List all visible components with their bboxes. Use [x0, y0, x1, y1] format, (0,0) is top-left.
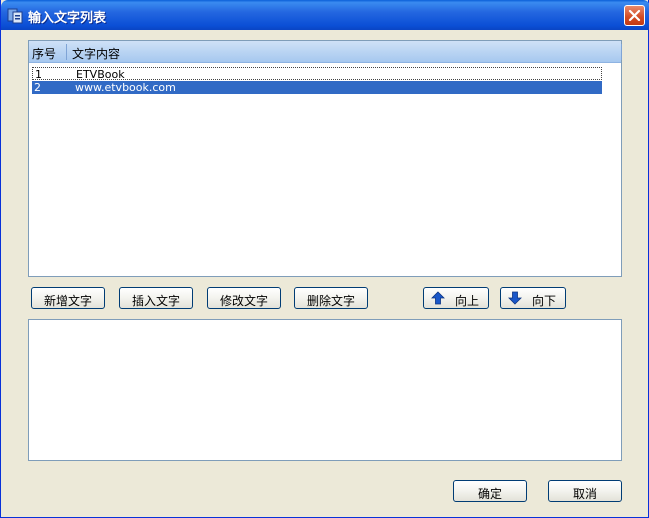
cancel-label: 取消	[573, 487, 598, 501]
move-down-button[interactable]: 向下	[500, 287, 566, 309]
add-text-button[interactable]: 新增文字	[31, 287, 105, 309]
column-header-number[interactable]: 序号	[32, 45, 56, 62]
row-number: 2	[34, 81, 41, 94]
text-list[interactable]: 序号 文字内容 1 ETVBook 2 www.etvbook.com	[28, 40, 622, 277]
close-icon	[628, 9, 641, 22]
row-number: 1	[35, 68, 42, 81]
list-item-selected[interactable]: 2 www.etvbook.com	[32, 81, 602, 94]
move-up-button[interactable]: 向上	[423, 287, 489, 309]
close-button[interactable]	[624, 5, 645, 26]
arrow-up-icon	[431, 291, 445, 305]
text-editor[interactable]	[28, 319, 622, 461]
move-up-label: 向上	[455, 294, 480, 308]
row-text: www.etvbook.com	[75, 81, 176, 94]
list-header: 序号 文字内容	[29, 41, 622, 63]
column-header-content[interactable]: 文字内容	[72, 45, 120, 62]
insert-text-label: 插入文字	[132, 294, 181, 308]
dialog-window: 输入文字列表 序号 文字内容 1 ETVBook 2 www.etvbook.c…	[0, 0, 649, 518]
insert-text-button[interactable]: 插入文字	[119, 287, 193, 309]
arrow-down-icon	[508, 291, 522, 305]
delete-text-label: 删除文字	[307, 294, 356, 308]
list-item[interactable]: 1 ETVBook	[32, 67, 602, 81]
title-bar[interactable]: 输入文字列表	[1, 0, 649, 30]
delete-text-button[interactable]: 删除文字	[294, 287, 368, 309]
move-down-label: 向下	[532, 294, 557, 308]
modify-text-label: 修改文字	[220, 294, 269, 308]
row-text: ETVBook	[76, 68, 125, 81]
ok-button[interactable]: 确定	[453, 480, 527, 502]
add-text-label: 新增文字	[44, 294, 93, 308]
column-divider[interactable]	[621, 44, 622, 60]
cancel-button[interactable]: 取消	[548, 480, 622, 502]
modify-text-button[interactable]: 修改文字	[207, 287, 281, 309]
app-icon	[7, 8, 23, 24]
window-title: 输入文字列表	[28, 11, 107, 26]
ok-label: 确定	[478, 487, 503, 501]
column-divider[interactable]	[66, 44, 67, 60]
